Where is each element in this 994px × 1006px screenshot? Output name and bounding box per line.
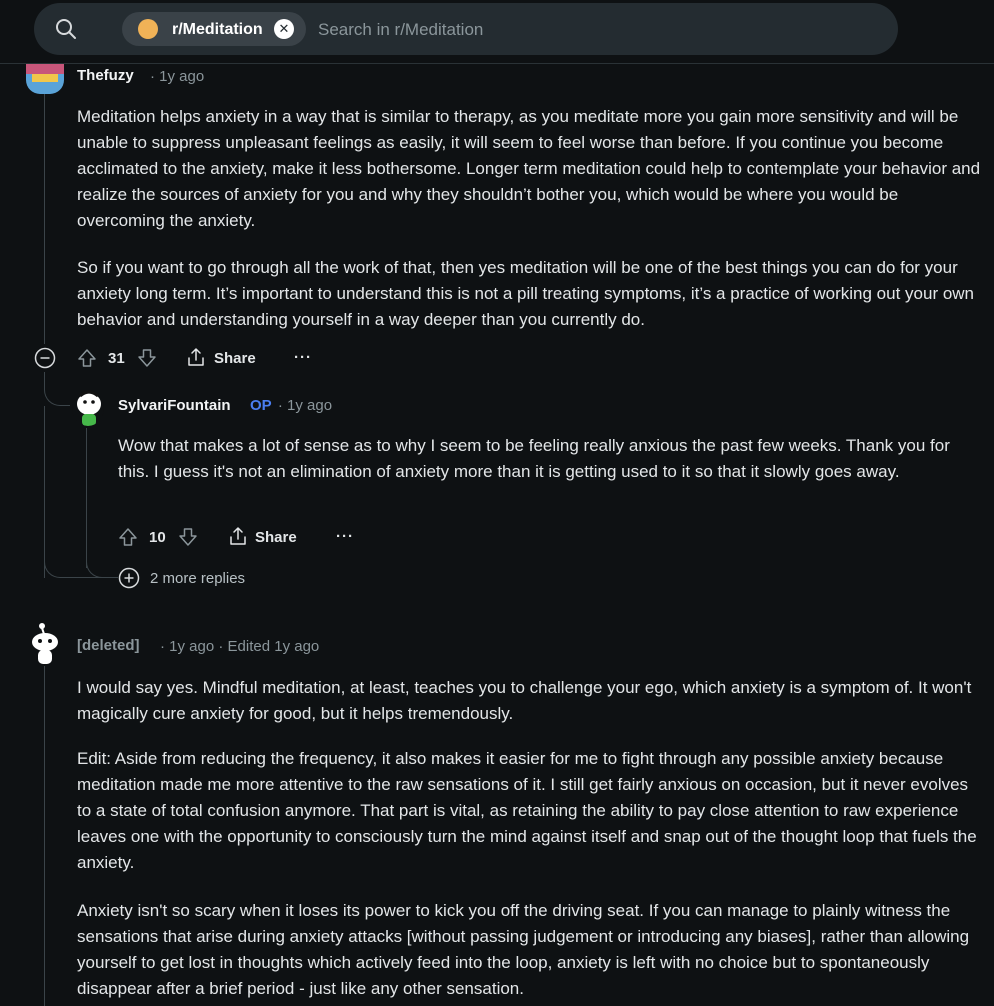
upvote-icon[interactable] bbox=[76, 347, 98, 369]
thread-line[interactable] bbox=[44, 372, 45, 390]
subreddit-avatar bbox=[138, 19, 158, 39]
thread-line[interactable] bbox=[44, 94, 45, 344]
comment-body-paragraph: Wow that makes a lot of sense as to why … bbox=[118, 436, 950, 481]
comment-body-paragraph: I would say yes. Mindful meditation, at … bbox=[77, 678, 972, 723]
comment-timestamp: · 1y ago · Edited 1y ago bbox=[160, 638, 320, 655]
thread-branch bbox=[44, 558, 116, 578]
downvote-icon[interactable] bbox=[177, 526, 199, 548]
thread-line[interactable] bbox=[44, 666, 45, 1006]
subreddit-filter-chip[interactable]: r/Meditation ✕ bbox=[122, 12, 306, 46]
more-replies-label: 2 more replies bbox=[150, 570, 246, 587]
search-placeholder[interactable]: Search in r/Meditation bbox=[318, 20, 483, 40]
share-icon bbox=[230, 527, 246, 545]
more-options-button[interactable]: ··· bbox=[294, 349, 312, 366]
search-icon bbox=[56, 19, 76, 39]
user-avatar[interactable] bbox=[26, 64, 64, 94]
comment-body-paragraph: Edit: Aside from reducing the frequency,… bbox=[77, 749, 977, 872]
comment-meta: OP · 1y ago bbox=[250, 397, 332, 414]
thread-branch bbox=[44, 390, 70, 406]
top-bar: r/Meditation ✕ Search in r/Meditation bbox=[0, 0, 994, 64]
share-label: Share bbox=[214, 350, 256, 367]
deleted-user-avatar bbox=[28, 622, 62, 666]
search-bar[interactable]: r/Meditation ✕ Search in r/Meditation bbox=[34, 3, 898, 55]
comment-author: [deleted] bbox=[77, 637, 140, 654]
collapse-icon[interactable] bbox=[34, 347, 56, 369]
comment-timestamp: · 1y ago bbox=[150, 68, 205, 85]
thread-line[interactable] bbox=[86, 428, 87, 568]
plus-circle-icon bbox=[118, 567, 140, 589]
comment-body-paragraph: Meditation helps anxiety in a way that i… bbox=[77, 107, 981, 230]
vote-score: 10 bbox=[149, 529, 166, 546]
subreddit-chip-label: r/Meditation bbox=[172, 21, 263, 38]
comment-author[interactable]: Thefuzy bbox=[77, 67, 134, 84]
share-icon bbox=[188, 348, 204, 366]
share-label: Share bbox=[255, 529, 297, 546]
op-badge: OP bbox=[250, 397, 272, 414]
downvote-icon[interactable] bbox=[136, 347, 158, 369]
upvote-icon[interactable] bbox=[117, 526, 139, 548]
user-avatar[interactable] bbox=[72, 390, 104, 426]
comment-author[interactable]: SylvariFountain bbox=[118, 397, 231, 414]
more-options-button[interactable]: ··· bbox=[336, 528, 354, 545]
vote-score: 31 bbox=[108, 350, 125, 367]
comment-body-paragraph: So if you want to go through all the wor… bbox=[77, 258, 975, 329]
thread-line[interactable] bbox=[44, 406, 45, 578]
comment-timestamp: · 1y ago bbox=[277, 397, 333, 414]
close-icon[interactable]: ✕ bbox=[274, 19, 294, 39]
comment-body-paragraph: Anxiety isn't so scary when it loses its… bbox=[77, 901, 970, 998]
